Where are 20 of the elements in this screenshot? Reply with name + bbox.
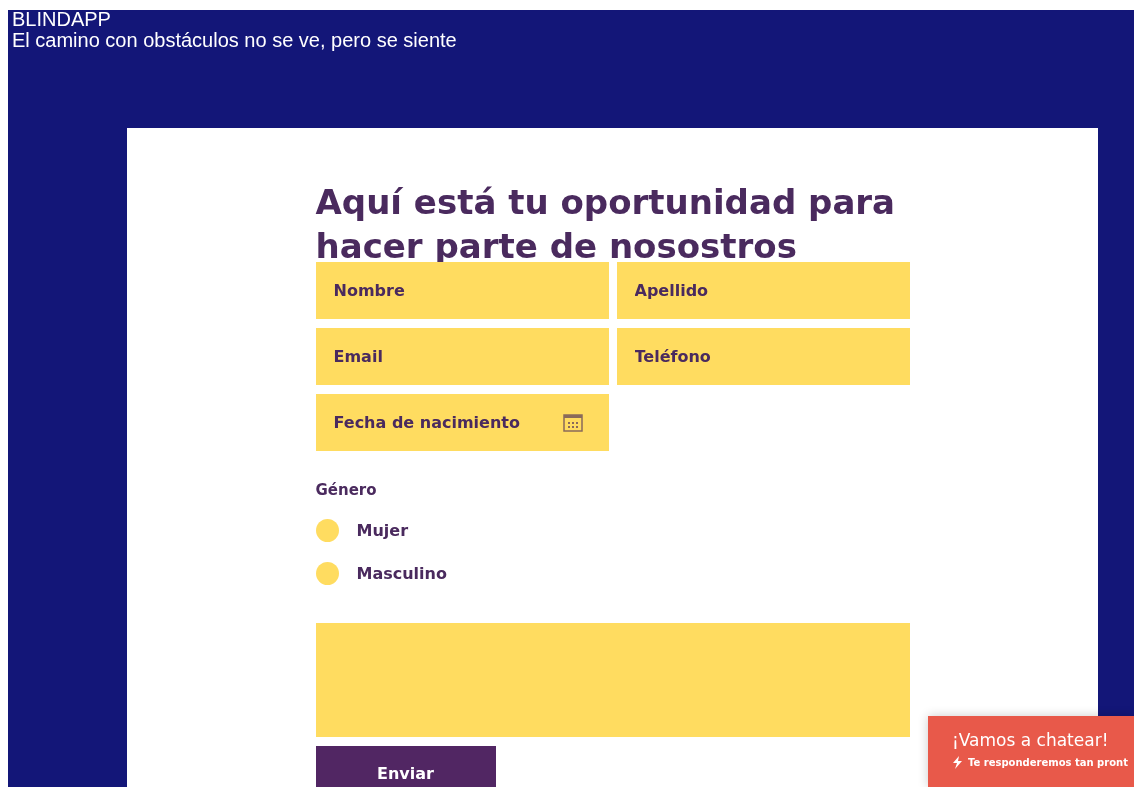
message-field[interactable] (315, 623, 910, 737)
radio-option[interactable]: Mujer (315, 519, 409, 542)
chat-subtitle-text: Te responderemos tan pront (968, 757, 1128, 768)
radio-circle[interactable] (315, 562, 339, 585)
form-heading: Aquí está tu oportunidad para hacer parte de nosostros (315, 181, 897, 262)
tagline: El camino con obstáculos no se ve, pero se siente (12, 28, 457, 52)
gender-label: Género (315, 481, 377, 499)
chat-widget[interactable]: ¡Vamos a chatear! Te responderemos tan pront (928, 716, 1134, 787)
calendar-icon[interactable] (562, 412, 583, 433)
text-field[interactable]: Apellido (616, 262, 910, 319)
radio-circle[interactable] (315, 519, 339, 542)
text-field[interactable]: Nombre (315, 262, 609, 319)
submit-button[interactable]: Enviar (315, 746, 496, 787)
radio-option[interactable]: Masculino (315, 562, 447, 585)
site-title: BLINDAPP (12, 10, 111, 28)
text-field[interactable]: Email (315, 328, 609, 385)
chat-title: ¡Vamos a chatear! (952, 730, 1110, 750)
text-field[interactable]: Teléfono (616, 328, 910, 385)
date-field[interactable]: Fecha de nacimiento (333, 413, 534, 432)
lightning-icon (952, 756, 963, 769)
